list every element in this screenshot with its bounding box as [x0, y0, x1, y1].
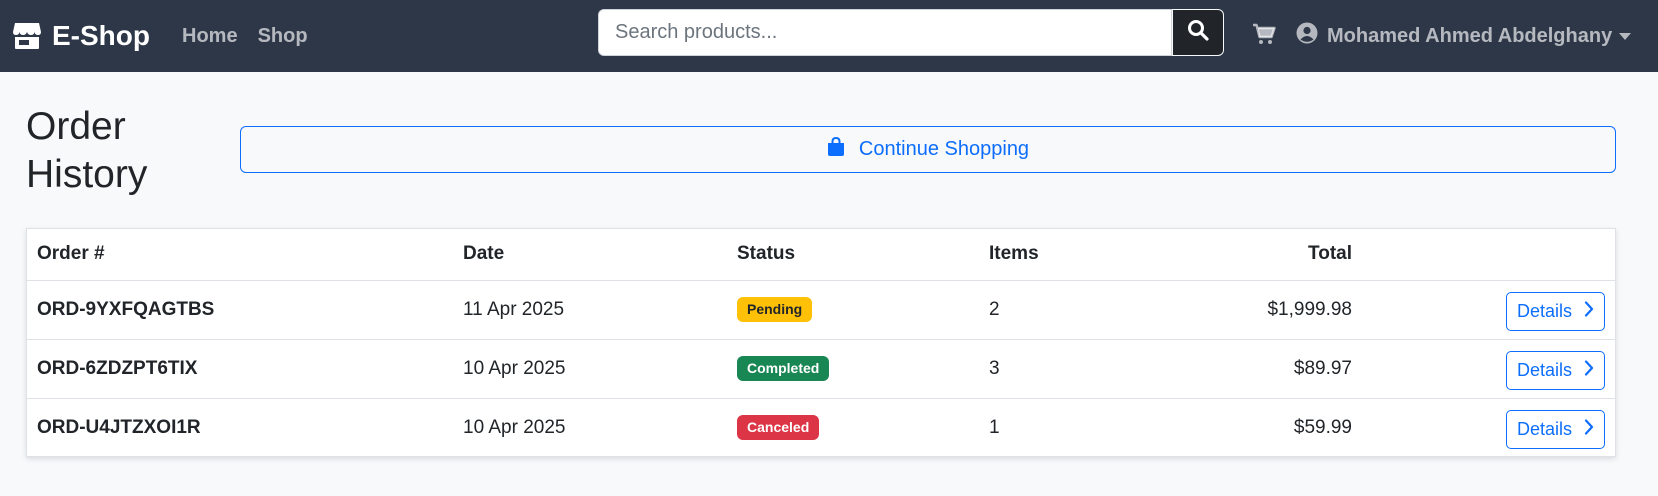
status-badge: Canceled — [737, 415, 820, 441]
chevron-right-icon — [1584, 301, 1594, 322]
order-date: 10 Apr 2025 — [463, 357, 566, 379]
shopping-bag-icon — [827, 136, 845, 163]
status-badge: Pending — [737, 297, 813, 322]
column-header-order: Order # — [37, 243, 105, 265]
orders-card: Order # Date Status Items Total ORD-9YXF… — [26, 228, 1616, 457]
search-input[interactable] — [598, 9, 1172, 56]
details-button[interactable]: Details — [1505, 292, 1605, 331]
table-row: ORD-U4JTZXOI1R 10 Apr 2025 Canceled 1 $5… — [27, 398, 1615, 457]
status-badge: Completed — [737, 356, 830, 381]
brand-link[interactable]: E-Shop — [12, 20, 150, 52]
order-date: 10 Apr 2025 — [463, 416, 566, 438]
cart-icon — [1252, 23, 1276, 50]
details-label: Details — [1516, 301, 1572, 321]
order-items: 3 — [989, 357, 1000, 379]
nav-link-shop[interactable]: Shop — [258, 25, 308, 48]
order-total: $59.99 — [1293, 416, 1352, 438]
order-date: 11 Apr 2025 — [463, 298, 565, 320]
details-button[interactable]: Details — [1505, 351, 1605, 390]
navbar: E-Shop Home Shop Search products... Moha… — [0, 0, 1658, 72]
nav-link-home[interactable]: Home — [182, 25, 238, 48]
store-icon — [12, 22, 42, 50]
column-header-date: Date — [463, 243, 505, 265]
search-icon — [1187, 19, 1209, 46]
search-form — [598, 9, 1224, 56]
chevron-down-icon — [1619, 32, 1632, 40]
order-total: $89.97 — [1293, 357, 1352, 379]
column-header-status: Status — [737, 243, 796, 265]
order-status-cell: Pending — [727, 280, 979, 339]
details-button[interactable]: Details — [1505, 410, 1605, 450]
page-title: Order History — [26, 105, 148, 196]
search-button[interactable] — [1172, 9, 1224, 56]
table-header-row: Order # Date Status Items Total — [27, 229, 1615, 280]
table-row: ORD-6ZDZPT6TIX 10 Apr 2025 Completed 3 $… — [27, 339, 1615, 398]
order-items: 1 — [989, 416, 1000, 438]
details-label: Details — [1516, 360, 1572, 380]
order-status-cell: Completed — [727, 339, 979, 398]
cart-link[interactable] — [1252, 23, 1276, 50]
continue-shopping-button[interactable]: Continue Shopping — [240, 126, 1616, 173]
order-items: 2 — [989, 298, 1000, 320]
order-total: $1,999.98 — [1267, 298, 1352, 320]
details-label: Details — [1516, 419, 1572, 440]
brand-name: E-Shop — [52, 20, 150, 51]
user-name: Mohamed Ahmed Abdelghany — [1327, 24, 1613, 47]
user-circle-icon — [1296, 22, 1318, 50]
chevron-right-icon — [1584, 360, 1594, 381]
chevron-right-icon — [1584, 419, 1594, 440]
table-row: ORD-9YXFQAGTBS 11 Apr 2025 Pending 2 $1,… — [27, 280, 1615, 339]
order-actions: Details — [1362, 339, 1615, 398]
column-header-total: Total — [1308, 243, 1352, 265]
order-actions: Details — [1362, 280, 1615, 339]
column-header-actions — [1362, 229, 1615, 280]
continue-shopping-label: Continue Shopping — [858, 138, 1030, 160]
order-number: ORD-9YXFQAGTBS — [37, 298, 215, 320]
order-actions: Details — [1362, 398, 1615, 457]
order-number: ORD-U4JTZXOI1R — [37, 416, 201, 438]
user-menu-toggle[interactable]: Mohamed Ahmed Abdelghany — [1296, 22, 1632, 50]
column-header-items: Items — [989, 243, 1039, 265]
order-status-cell: Canceled — [727, 398, 979, 457]
order-number: ORD-6ZDZPT6TIX — [37, 357, 198, 379]
orders-table: Order # Date Status Items Total ORD-9YXF… — [27, 229, 1615, 457]
nav-right: Mohamed Ahmed Abdelghany — [1252, 0, 1632, 72]
